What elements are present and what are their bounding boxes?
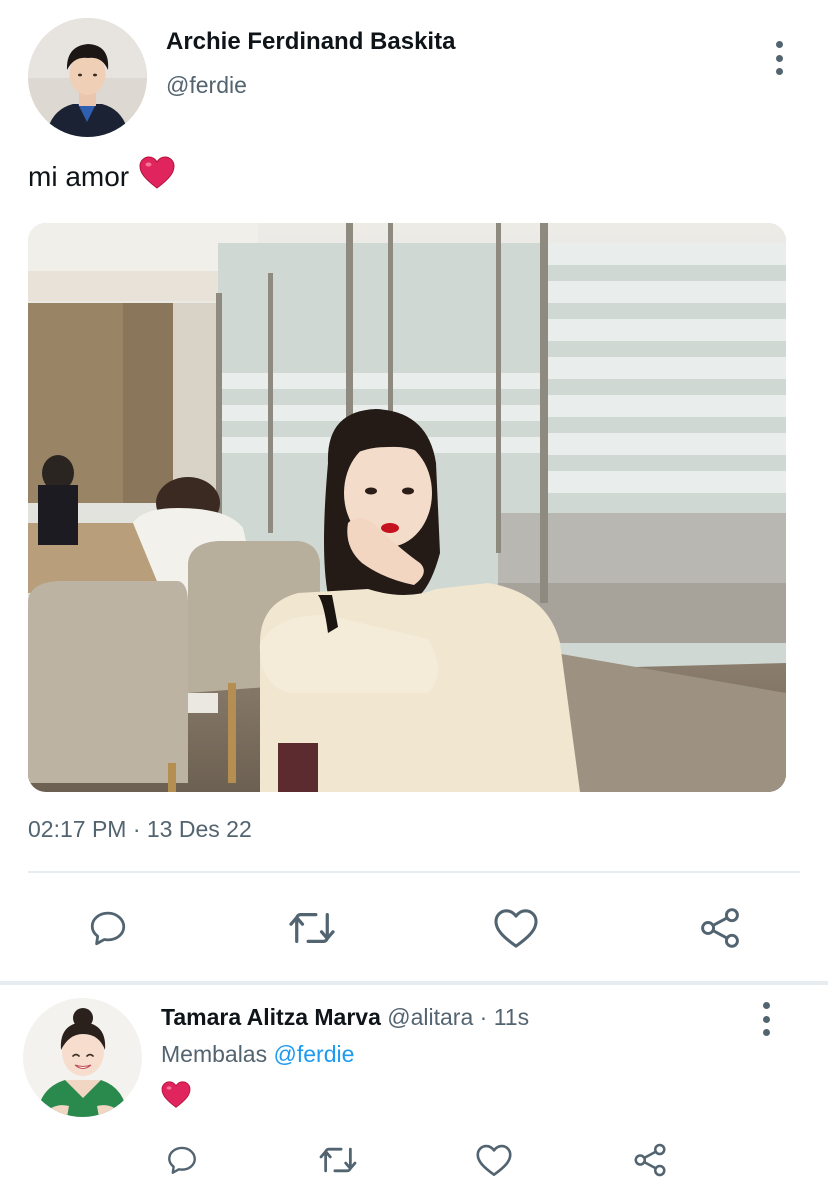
dot <box>775 54 783 62</box>
retweet-button[interactable] <box>316 1140 360 1180</box>
dot <box>775 68 783 75</box>
divider <box>28 871 800 873</box>
reply-author-name[interactable]: Tamara Alitza Marva <box>161 1004 381 1030</box>
like-icon <box>476 1144 512 1176</box>
dot <box>762 1002 770 1009</box>
reply-button[interactable] <box>162 1140 202 1180</box>
replying-to-handle[interactable]: @ferdie <box>274 1041 355 1067</box>
like-button[interactable] <box>474 1140 514 1180</box>
dot <box>775 41 783 48</box>
replying-to-label: Membalas <box>161 1041 268 1067</box>
like-icon <box>494 909 538 948</box>
reply-avatar-image <box>23 998 142 1117</box>
author-handle[interactable]: @ferdie <box>166 72 247 99</box>
more-options-icon[interactable] <box>760 1002 772 1036</box>
main-tweet: Archie Ferdinand Baskita @ferdie mi amor <box>0 0 828 983</box>
reply-button[interactable] <box>84 904 132 952</box>
dot <box>762 1015 770 1023</box>
retweet-button[interactable] <box>286 904 338 952</box>
share-icon <box>634 1143 666 1177</box>
tweet-timestamp[interactable]: 02:17 PM · 13 Des 22 <box>28 816 252 843</box>
tweet-text-row: mi amor <box>28 156 175 197</box>
dot <box>762 1029 770 1036</box>
more-options-icon[interactable] <box>773 41 785 75</box>
share-button[interactable] <box>630 1140 670 1180</box>
reply-header: Tamara Alitza Marva @alitara · 11s <box>161 1004 529 1031</box>
reply-author-avatar[interactable] <box>23 998 142 1117</box>
replying-to: Membalas @ferdie <box>161 1041 354 1068</box>
reply-icon <box>168 1146 196 1174</box>
reply-tweet: Tamara Alitza Marva @alitara · 11s Memba… <box>0 985 828 1200</box>
like-button[interactable] <box>492 904 540 952</box>
tweet-photo[interactable] <box>28 223 786 792</box>
share-icon <box>701 908 739 948</box>
reply-time[interactable]: 11s <box>494 1004 529 1030</box>
red-heart-emoji-icon <box>139 156 175 197</box>
reply-separator: · <box>479 1004 488 1030</box>
share-button[interactable] <box>696 904 744 952</box>
restaurant-photo-image <box>28 223 786 792</box>
retweet-icon <box>319 1147 357 1173</box>
reply-author-handle[interactable]: @alitara <box>387 1004 473 1030</box>
author-name[interactable]: Archie Ferdinand Baskita <box>166 28 455 56</box>
tweet-text: mi amor <box>28 160 130 192</box>
author-avatar[interactable] <box>28 18 147 137</box>
author-avatar-image <box>28 18 147 137</box>
reply-icon <box>90 911 126 946</box>
retweet-icon <box>289 913 335 943</box>
red-heart-emoji-icon <box>161 1081 191 1114</box>
